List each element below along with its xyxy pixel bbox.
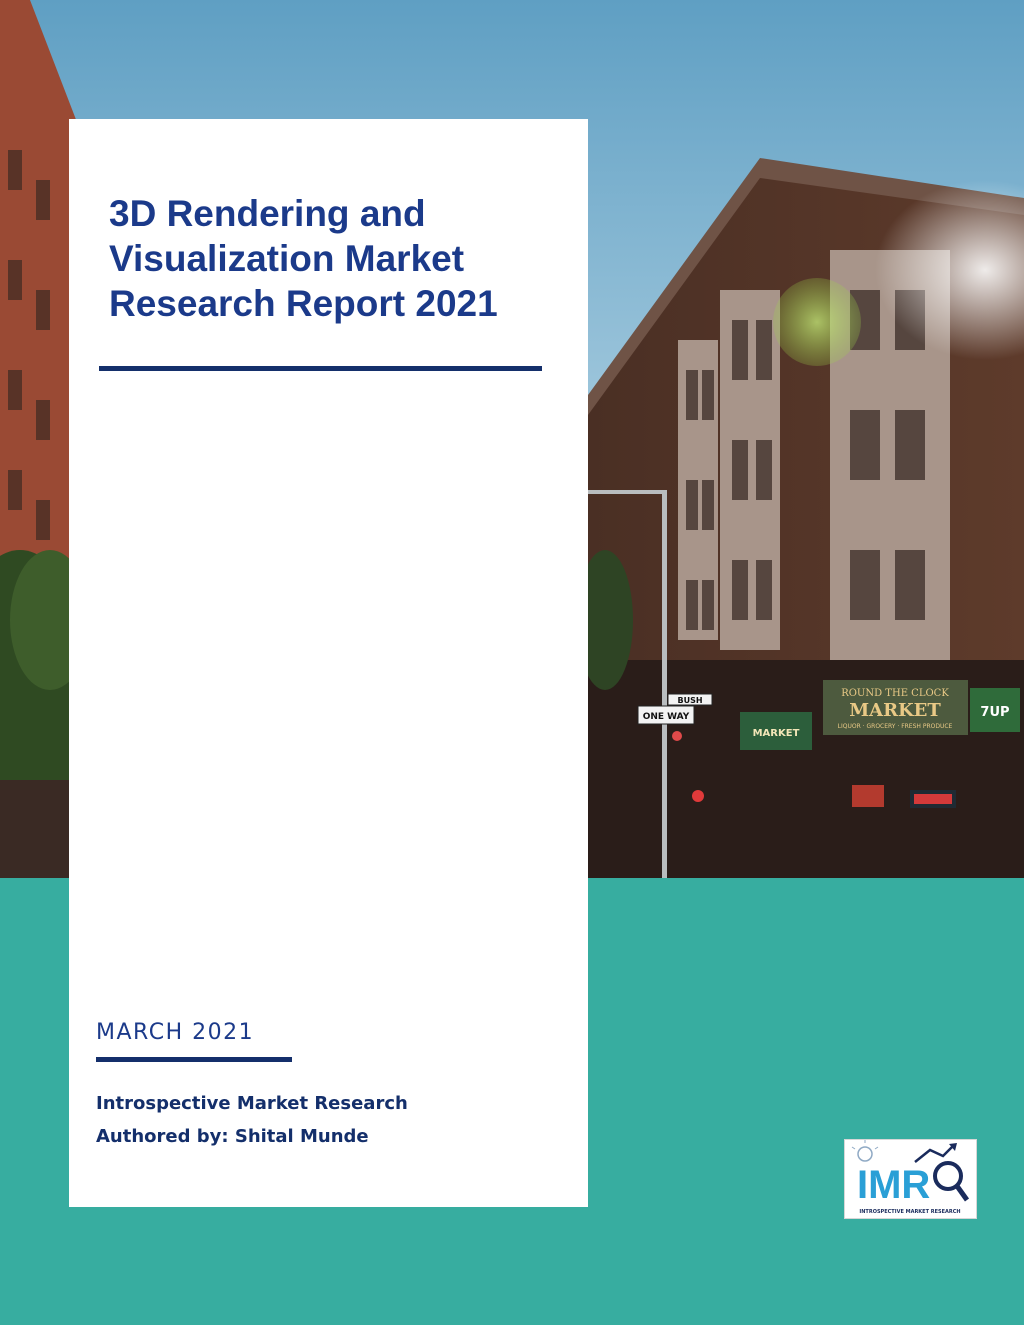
soda-sign: 7UP xyxy=(980,705,1009,720)
imr-logo-mark: IMR INTROSPECTIVE MARKET RESEARCH xyxy=(851,1140,970,1215)
report-date: MARCH 2021 xyxy=(96,1020,255,1045)
title-card: 3D Rendering and Visualization Market Re… xyxy=(69,119,588,1207)
logo-letters: IMR xyxy=(857,1163,930,1207)
lightbulb-icon xyxy=(851,1140,879,1162)
store-sign-upper: ROUND THE CLOCK xyxy=(841,688,949,699)
store-sign-name: MARKET xyxy=(849,700,941,721)
hanging-market-sign: MARKET xyxy=(753,728,800,739)
date-divider xyxy=(96,1057,292,1062)
author-line: Authored by: Shital Munde xyxy=(96,1126,369,1147)
street-name-sign: BUSH xyxy=(677,696,702,705)
logo-caption: INTROSPECTIVE MARKET RESEARCH xyxy=(859,1209,960,1215)
one-way-sign: ONE WAY xyxy=(643,712,690,722)
title-divider xyxy=(99,366,542,371)
magnifier-icon xyxy=(933,1161,970,1202)
publisher-name: Introspective Market Research xyxy=(96,1093,408,1114)
report-title: 3D Rendering and Visualization Market Re… xyxy=(109,193,498,324)
store-sign-sub: LIQUOR · GROCERY · FRESH PRODUCE xyxy=(838,723,953,730)
imr-logo: IMR INTROSPECTIVE MARKET RESEARCH xyxy=(844,1139,977,1219)
report-cover-page: ROUND THE CLOCK MARKET LIQUOR · GROCERY … xyxy=(0,0,1024,1325)
